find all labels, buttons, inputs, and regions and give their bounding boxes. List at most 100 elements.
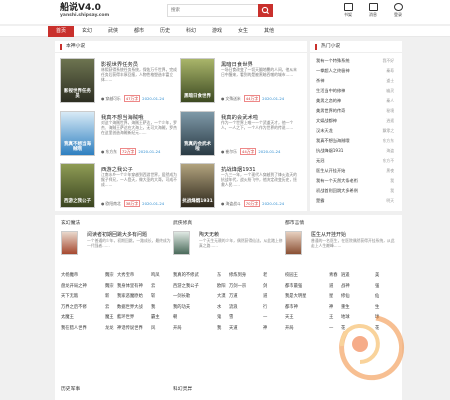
bookshelf-button[interactable]: 书架 — [340, 3, 356, 18]
list-item[interactable]: 我的功夫水流浪行 — [173, 303, 283, 314]
book-card[interactable]: 西游之我公子 西游之我公子 江南水乡一个少年穿越到西游世界，居然成为猴子师兄，一… — [60, 163, 180, 211]
nav-item-home[interactable]: 首页 — [48, 26, 74, 37]
category-title[interactable]: 武侠修真 — [173, 219, 192, 226]
book-cover[interactable] — [285, 231, 302, 255]
featured-title: 本神小说 — [60, 44, 85, 50]
word-count: 44万字 — [239, 148, 257, 155]
list-item[interactable]: 开局我天道神 — [173, 324, 283, 335]
list-item[interactable]: 太魔王 魔王 藍环世界 霸主 — [61, 313, 171, 324]
list-item[interactable]: 我有一个天然大条老衔我 — [316, 176, 394, 186]
nav-item-qita[interactable]: 其他 — [256, 26, 282, 37]
nav-item-nvsheng[interactable]: 女生 — [230, 26, 256, 37]
book-desc: 作为一个世界上唯一一个武道天才，他一个人，一人之下，一个人作为世界的传说…… — [221, 120, 294, 131]
category-featured[interactable]: 医生从开挂开始 普通的一名医生，在医院偶然获得开挂系统，从此走上人生巅峰…… — [285, 231, 395, 271]
list-item[interactable]: 汉末天龙 飘零之 — [316, 126, 394, 136]
section-title-history[interactable]: 历史军事 — [61, 385, 80, 392]
category-featured[interactable]: 陶天无赖 一个天生无赖的少年，偶然获得仙法，从此踏上修真之路…… — [173, 231, 283, 271]
book-card[interactable]: 我真不想当海贼哦 我真不想当海贼哦 对这个海贼世界，海贼王萨达，一个少年，罗杰、… — [60, 111, 180, 159]
book-author[interactable]: 崔尔乐 — [226, 149, 237, 154]
book-cover[interactable]: 我真不想当海贼哦 — [60, 111, 95, 156]
list-item[interactable]: 杀神 道士 — [316, 76, 394, 86]
list-item[interactable]: 万界之后不修云数据世界大战我 — [61, 303, 171, 314]
book-desc: 普通的一名医生，在医院偶然获得开挂系统，从此走上人生巅峰…… — [311, 238, 395, 248]
book-meta: ● 崔尔乐 44万字 2020-01-24 — [221, 148, 281, 155]
book-cover[interactable]: 西游之我公子 — [60, 163, 95, 208]
list-item[interactable]: 一拳超人之终极神 秦寿 — [316, 66, 394, 76]
site-logo[interactable]: 船说V4.0 yanshi.shipsay.com — [60, 3, 130, 19]
list-item[interactable]: 美男之恋的神 秦人 — [316, 96, 394, 106]
book-card[interactable]: 我真的会武术啦 我真的会武术啦 作为一个世界上唯一一个武道天才，他一个人，一人之… — [180, 111, 300, 159]
book-desc: 对这个海贼世界，海贼王萨达，一个少年，罗杰、海贼王萨达在大海上，无可大海贼，罗杰… — [101, 120, 177, 136]
book-cover[interactable]: 抗战烽烟1931 — [180, 163, 215, 208]
list-item[interactable]: 无冠 东方不 — [316, 156, 394, 166]
word-count: 47万字 — [123, 95, 141, 102]
list-item[interactable]: 楚霸 明天 — [316, 196, 394, 206]
book-author[interactable]: 海盗战斗 — [226, 201, 241, 206]
category-title[interactable]: 都市言情 — [285, 219, 304, 226]
book-date: 2020-01-24 — [262, 201, 285, 206]
book-author[interactable]: 欧阳南北 — [106, 201, 121, 206]
nav-item-youxi[interactable]: 游戏 — [204, 26, 230, 37]
list-item[interactable]: 医生从开挂开始 黑夜 — [316, 166, 394, 176]
search-input[interactable] — [168, 5, 258, 16]
list-item[interactable]: 抗战烽烟1931 海盗 — [316, 146, 394, 156]
list-item[interactable]: 初战首则回跳大多希例我 — [316, 186, 394, 196]
header-actions: 书架 消息 登录 — [340, 3, 410, 21]
book-card[interactable]: 抗战烽烟1931 抗战烽烟1931 一九三一年，一个现代人穿越到了烽火连天的抗战… — [180, 163, 300, 211]
list-item[interactable]: 文娱战都神 逍遥 — [316, 116, 394, 126]
category-list: 大杨魔帝 魏宗 大秀宝帝 鸣凤 盘龙开局之神 魏宗 我身体里有神云 天下无敌新我家恶魔原始… — [61, 271, 171, 335]
nav-item-lishi[interactable]: 历史 — [152, 26, 178, 37]
book-cover[interactable]: 影视世界任务员 — [60, 58, 95, 103]
book-author[interactable]: 文殊送米 — [226, 96, 241, 101]
list-item[interactable]: 盘龙开局之神 魏宗 我身体里有神云 — [61, 282, 171, 293]
main-nav: 首页 玄幻 武侠 都市 历史 科幻 游戏 女生 其他 — [0, 26, 450, 37]
nav-item-xuanhuan[interactable]: 玄幻 — [74, 26, 100, 37]
book-date: 2020-01-24 — [258, 149, 281, 154]
list-item[interactable]: 大杨魔帝 魏宗 大秀宝帝 鸣凤 — [61, 271, 171, 282]
list-item[interactable]: 我有一个特殊系统 我不好 — [316, 56, 394, 66]
message-button[interactable]: 消息 — [365, 3, 381, 18]
login-button[interactable]: 登录 — [390, 3, 406, 18]
list-item[interactable]: 西游之我公子 欧阳 万剑一宗剑 — [173, 282, 283, 293]
book-author[interactable]: 穿越可乐 — [106, 96, 121, 101]
hot-list: 我有一个特殊系统 我不好 一拳超人之终极神 秦寿 杀神 道士 生活当中的修神 幽灵 美男… — [316, 56, 394, 206]
nav-item-dushi[interactable]: 都市 — [126, 26, 152, 37]
section-title-scifi[interactable]: 科幻灵异 — [173, 385, 192, 392]
list-item[interactable]: 我是大明星星修仙仙 — [285, 292, 395, 303]
book-title[interactable]: 阅读者初期回跳大多有问题 — [87, 231, 147, 238]
book-card[interactable]: 影视世界任务员 影视世界任务员 林熙获得系统任务系统，保佑万千世界，完成任务后获… — [60, 58, 180, 106]
login-label: 登录 — [394, 12, 402, 17]
book-cover[interactable]: 黑暗日食世界 — [180, 58, 215, 103]
book-cover[interactable]: 我真的会武术啦 — [180, 111, 215, 156]
book-cover[interactable] — [173, 231, 190, 255]
category-title[interactable]: 玄幻魔法 — [61, 219, 80, 226]
hot-panel: 热门小说 我有一个特殊系统 我不好 一拳超人之终极神 秦寿 杀神 道士 生活当中的修神… — [310, 41, 402, 211]
watermark-logo — [332, 306, 450, 400]
book-date: 2020-01-24 — [138, 149, 161, 154]
nav-item-kehuan[interactable]: 科幻 — [178, 26, 204, 37]
book-date: 2020-01-24 — [262, 96, 285, 101]
book-date: 2020-01-24 — [142, 96, 165, 101]
book-desc: 一场日食改变了一切天翻地覆的人间，他从末日中醒来，看到的是被黑暗吞噬的城市…… — [221, 67, 297, 78]
site-subtitle: yanshi.shipsay.com — [60, 13, 110, 18]
list-item[interactable]: 一剑长歌 大漠 万道道 — [173, 292, 283, 303]
book-author[interactable]: 东方东 — [106, 149, 117, 154]
list-item[interactable]: 生活当中的修神 幽灵 — [316, 86, 394, 96]
search-button[interactable] — [258, 4, 273, 17]
list-item[interactable]: 天下无敌新我家恶魔原始斩 — [61, 292, 171, 303]
nav-item-wuxia[interactable]: 武侠 — [100, 26, 126, 37]
header: 船说V4.0 yanshi.shipsay.com 书架 消息 登录 — [0, 0, 450, 24]
word-count: 44万字 — [243, 95, 261, 102]
list-item[interactable]: 美男世界的传奇 秘境 — [316, 106, 394, 116]
book-title[interactable]: 医生从开挂开始 — [311, 231, 346, 238]
category-featured[interactable]: 阅读者初期回跳大多有问题 一个普通的少年，初期回跳，一路成长，最终成为一代强者…… — [61, 231, 171, 271]
list-item[interactable]: 我真不想当海贼哦 东方东 — [316, 136, 394, 146]
list-item[interactable]: 我真的不修武东修炼到身老 — [173, 271, 283, 282]
list-item[interactable]: 校园王 青春 逍遥美 — [285, 271, 395, 282]
list-item[interactable]: 都市最强道战神强 — [285, 282, 395, 293]
list-item[interactable]: 我在猎人世界 龙龙 神话传说世界风 — [61, 324, 171, 335]
book-card[interactable]: 黑暗日食世界 黑暗日食世界 一场日食改变了一切天翻地覆的人间，他从末日中醒来，看… — [180, 58, 300, 106]
list-item[interactable]: 朝鬼雪一 — [173, 313, 283, 324]
book-title[interactable]: 陶天无赖 — [199, 231, 219, 238]
book-cover[interactable] — [61, 231, 78, 255]
